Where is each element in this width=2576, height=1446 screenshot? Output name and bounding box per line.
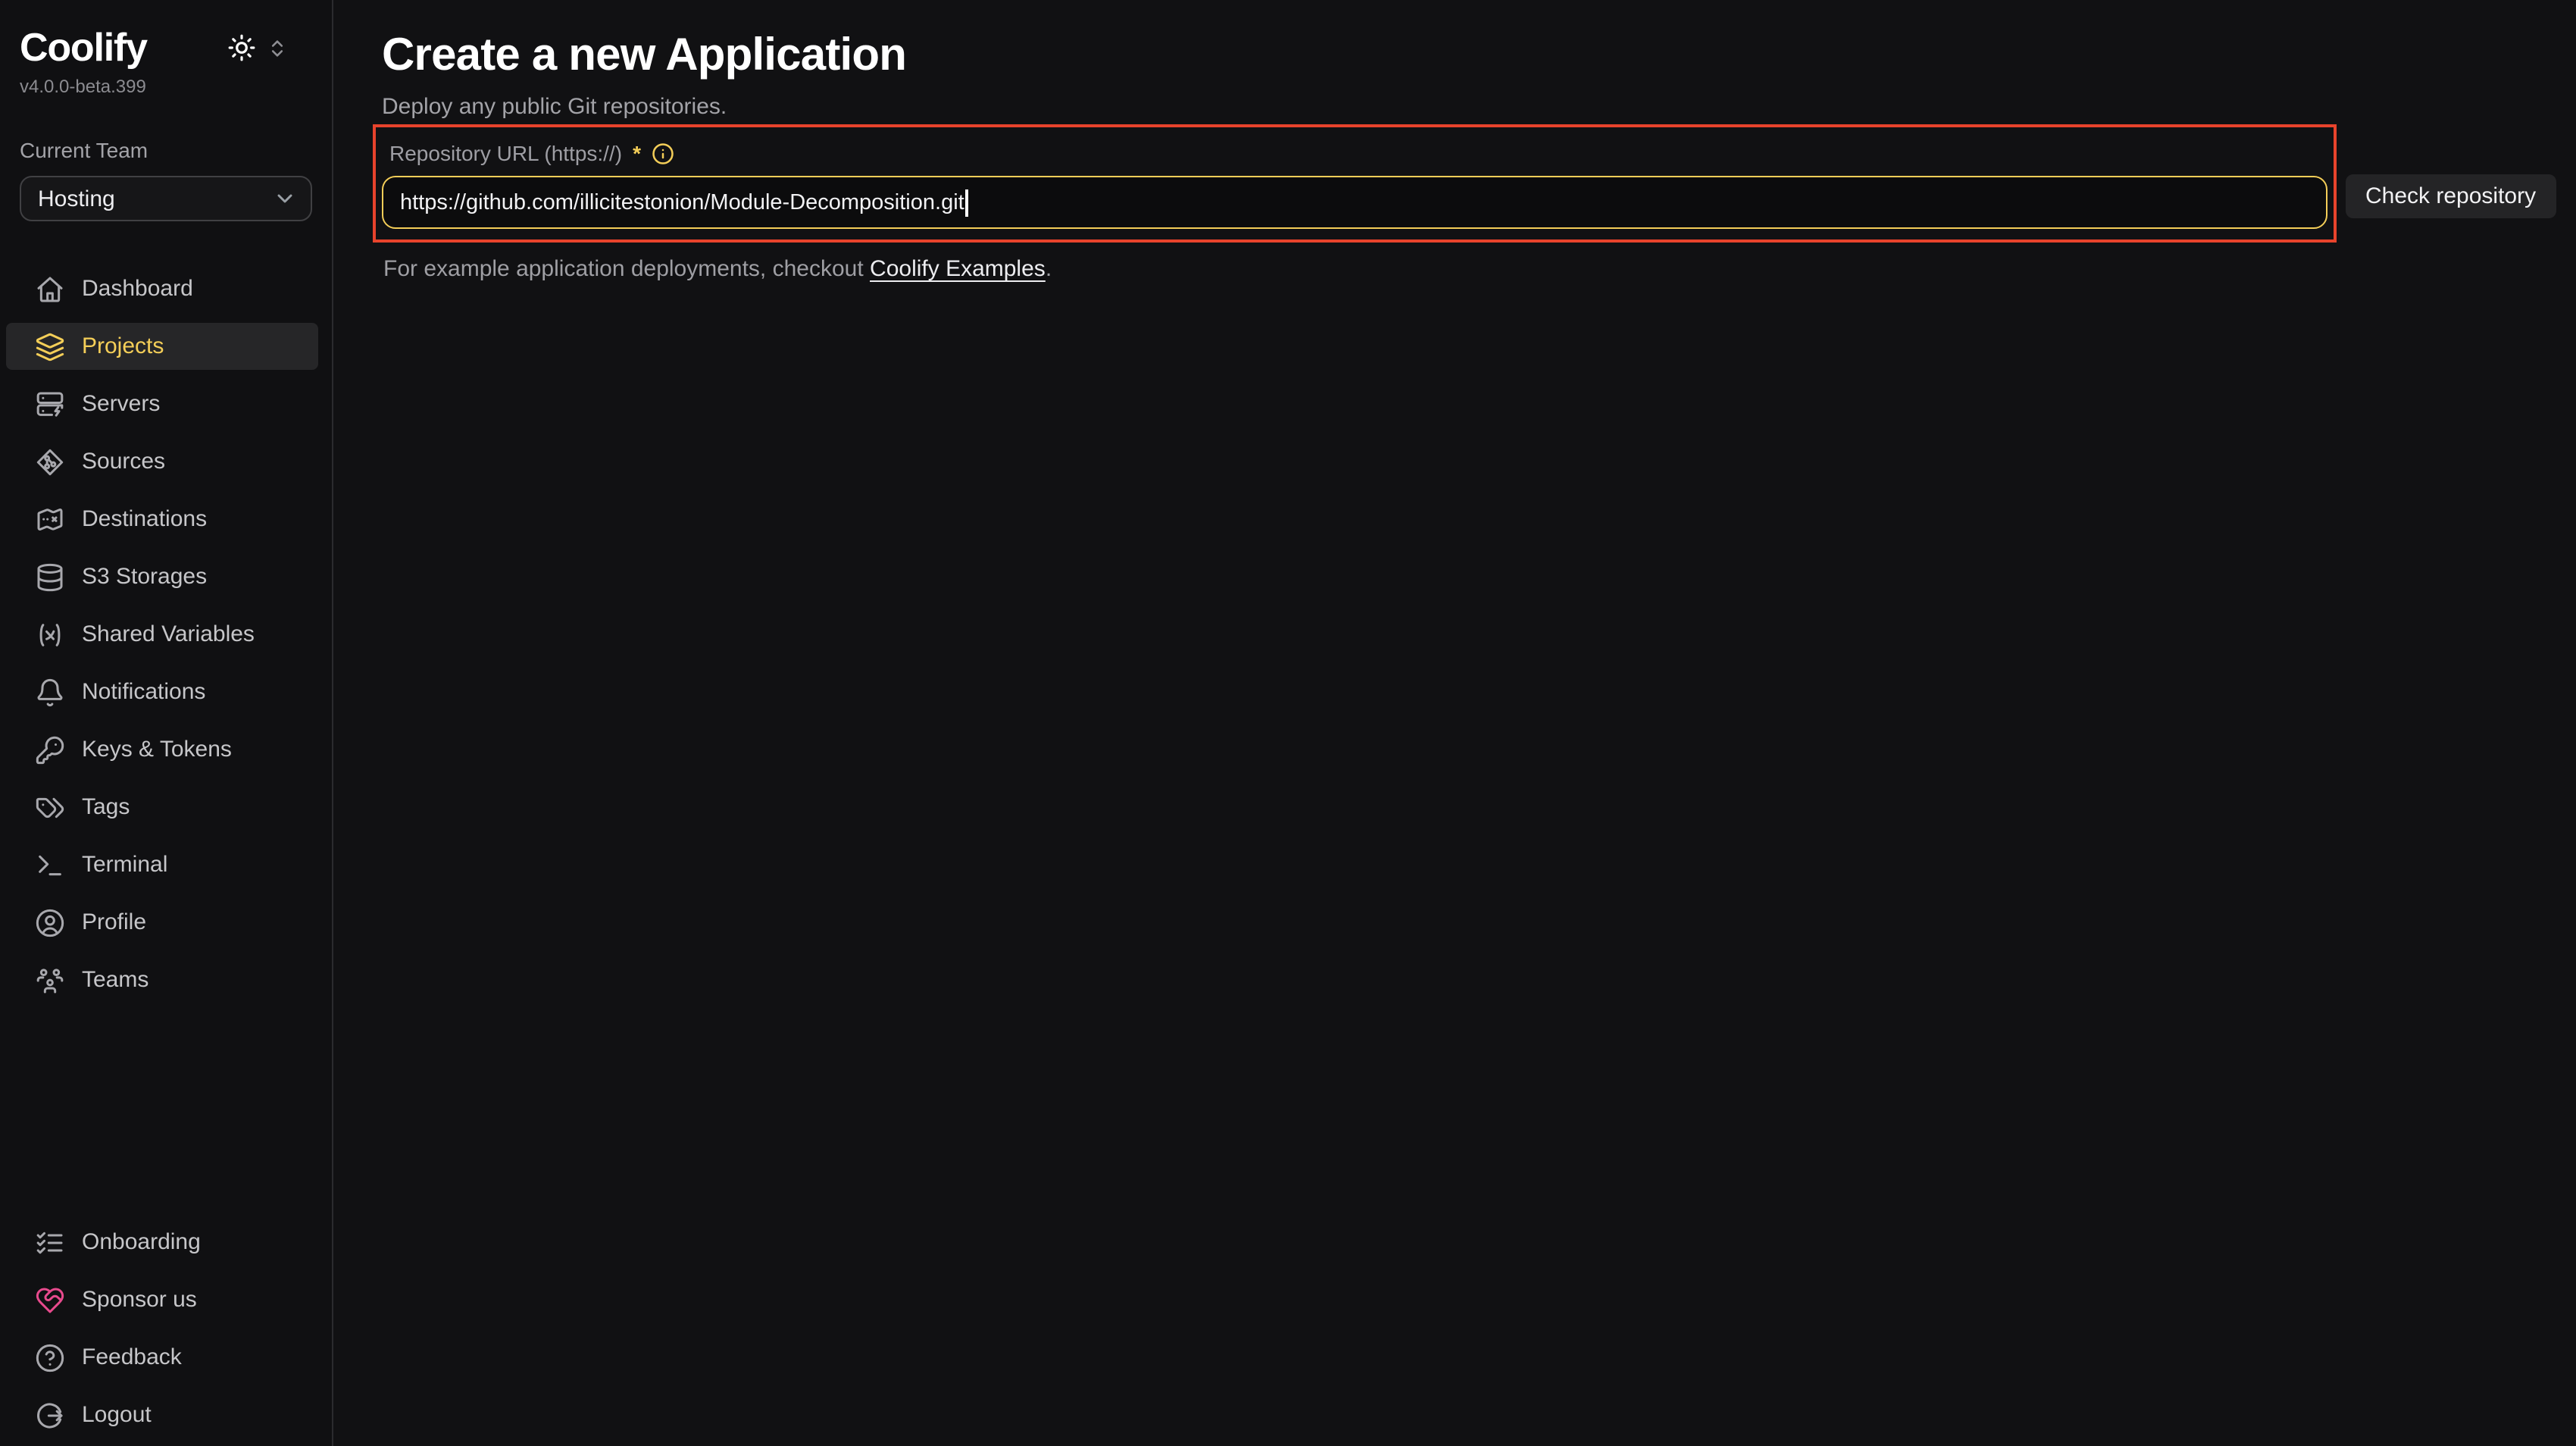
- sidebar-item-tags[interactable]: Tags: [6, 784, 318, 831]
- sidebar-item-s3-storages[interactable]: S3 Storages: [6, 553, 318, 600]
- checklist-icon: [35, 1227, 65, 1257]
- sidebar-item-label: Feedback: [82, 1344, 182, 1370]
- sidebar-item-keys-tokens[interactable]: Keys & Tokens: [6, 726, 318, 773]
- sidebar-item-destinations[interactable]: Destinations: [6, 496, 318, 543]
- theme-toggle-sun-icon[interactable]: [227, 33, 256, 62]
- chevron-down-icon: [273, 186, 297, 211]
- app-logo: Coolify: [20, 24, 147, 71]
- tags-icon: [35, 792, 65, 822]
- page-title: Create a new Application: [382, 29, 2576, 83]
- repository-url-input[interactable]: https://github.com/illicitestonion/Modul…: [382, 177, 2327, 230]
- database-icon: [35, 562, 65, 592]
- variable-icon: [35, 619, 65, 649]
- current-team-label: Current Team: [20, 138, 312, 162]
- sidebar-item-logout[interactable]: Logout: [6, 1391, 318, 1438]
- sidebar-item-label: Terminal: [82, 852, 167, 878]
- terminal-icon: [35, 850, 65, 880]
- helper-prefix: For example application deployments, che…: [383, 257, 870, 283]
- sidebar-item-teams[interactable]: Teams: [6, 956, 318, 1003]
- chevrons-up-down-icon[interactable]: [267, 37, 288, 58]
- key-icon: [35, 734, 65, 765]
- sidebar-item-shared-variables[interactable]: Shared Variables: [6, 611, 318, 658]
- sidebar-item-dashboard[interactable]: Dashboard: [6, 265, 318, 312]
- heart-icon: [35, 1285, 65, 1315]
- sidebar-nav: Dashboard Projects Servers Sources Destinati…: [0, 265, 332, 1003]
- sidebar-item-label: Dashboard: [82, 276, 193, 302]
- team-select[interactable]: Hosting: [20, 176, 312, 221]
- layers-icon: [35, 331, 65, 362]
- check-repository-button[interactable]: Check repository: [2346, 175, 2556, 219]
- logout-icon: [35, 1400, 65, 1430]
- sidebar-item-label: Onboarding: [82, 1229, 201, 1255]
- server-icon: [35, 389, 65, 419]
- git-icon: [35, 446, 65, 477]
- annotation-highlight-box: Repository URL (https://) * https://gith…: [373, 125, 2337, 243]
- sidebar-item-servers[interactable]: Servers: [6, 380, 318, 427]
- users-icon: [35, 965, 65, 995]
- sidebar-item-onboarding[interactable]: Onboarding: [6, 1219, 318, 1266]
- info-icon[interactable]: [652, 142, 674, 165]
- app-version: v4.0.0-beta.399: [20, 76, 312, 97]
- helper-suffix: .: [1046, 257, 1052, 283]
- sidebar-item-label: Sources: [82, 449, 165, 474]
- sidebar-item-label: Servers: [82, 391, 160, 417]
- sidebar-item-label: Destinations: [82, 506, 207, 532]
- sidebar-item-profile[interactable]: Profile: [6, 899, 318, 946]
- sidebar: Coolify v4.0.0-beta.399 Current Team Hos…: [0, 0, 333, 1446]
- coolify-examples-link[interactable]: Coolify Examples: [870, 257, 1046, 283]
- helper-text: For example application deployments, che…: [383, 257, 2576, 283]
- text-caret: [966, 189, 968, 217]
- sidebar-spacer: [0, 1003, 332, 1219]
- sidebar-item-sponsor-us[interactable]: Sponsor us: [6, 1276, 318, 1323]
- sidebar-item-terminal[interactable]: Terminal: [6, 841, 318, 888]
- sidebar-item-label: Profile: [82, 909, 146, 935]
- repository-url-label-row: Repository URL (https://) *: [382, 142, 2327, 166]
- sidebar-item-label: Teams: [82, 967, 148, 993]
- map-icon: [35, 504, 65, 534]
- help-icon: [35, 1342, 65, 1372]
- sidebar-item-label: S3 Storages: [82, 564, 207, 590]
- coolify-app: Coolify v4.0.0-beta.399 Current Team Hos…: [0, 0, 2576, 1446]
- repository-form-row: Repository URL (https://) * https://gith…: [373, 125, 2576, 243]
- repository-url-value: https://github.com/illicitestonion/Modul…: [400, 191, 964, 215]
- sidebar-footer-nav: Onboarding Sponsor us Feedback Logout: [0, 1219, 332, 1438]
- sidebar-item-label: Tags: [82, 794, 130, 820]
- sidebar-item-label: Projects: [82, 333, 164, 359]
- current-team-section: Current Team Hosting: [0, 138, 332, 221]
- home-icon: [35, 274, 65, 304]
- sidebar-item-label: Notifications: [82, 679, 205, 705]
- required-marker: *: [633, 142, 641, 166]
- user-icon: [35, 907, 65, 937]
- sidebar-item-label: Logout: [82, 1402, 152, 1428]
- sidebar-item-label: Keys & Tokens: [82, 737, 232, 762]
- main-content: Create a new Application Deploy any publ…: [333, 0, 2576, 1446]
- sidebar-item-projects[interactable]: Projects: [6, 323, 318, 370]
- team-select-value: Hosting: [38, 186, 115, 211]
- sidebar-item-sources[interactable]: Sources: [6, 438, 318, 485]
- sidebar-item-label: Shared Variables: [82, 621, 255, 647]
- sidebar-item-label: Sponsor us: [82, 1287, 197, 1313]
- repository-url-label: Repository URL (https://): [389, 142, 622, 166]
- bell-icon: [35, 677, 65, 707]
- page-subtitle: Deploy any public Git repositories.: [382, 95, 2576, 121]
- sidebar-item-feedback[interactable]: Feedback: [6, 1334, 318, 1381]
- sidebar-header: Coolify v4.0.0-beta.399: [0, 0, 332, 97]
- sidebar-item-notifications[interactable]: Notifications: [6, 668, 318, 715]
